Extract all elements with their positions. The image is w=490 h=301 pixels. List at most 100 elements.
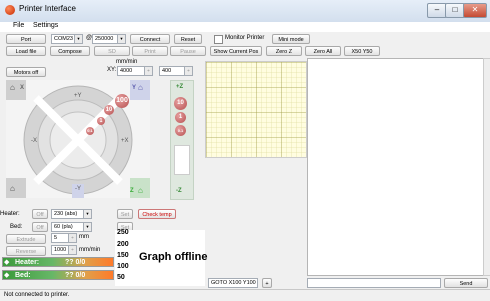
spinner-icon: ÷	[68, 246, 76, 254]
print-button[interactable]: Print	[132, 46, 168, 56]
show-current-pos-button[interactable]: Show Current Pos	[210, 46, 262, 56]
load-file-button[interactable]: Load file	[6, 46, 46, 56]
home-all-icon[interactable]: ⌂	[10, 184, 15, 193]
heater-set-button[interactable]: Set	[117, 209, 133, 219]
spinner-icon: ÷	[68, 234, 76, 242]
xy-label: XY:	[107, 67, 117, 73]
connect-button[interactable]: Connect	[130, 34, 170, 44]
home-z-icon[interactable]: ⌂	[138, 186, 143, 195]
status-bar: Not connected to printer.	[0, 289, 490, 301]
z-plus-label[interactable]: +Z	[176, 84, 183, 90]
graph-tick: 50	[117, 274, 125, 281]
extrude-button[interactable]: Extrude	[6, 234, 46, 244]
graph-tick: 100	[117, 263, 129, 270]
extrude-amount-unit: mm	[79, 234, 89, 240]
menu-file[interactable]: File	[13, 22, 24, 29]
heater-temp-bar: Heater: ?? 0/0	[2, 257, 114, 267]
zero-all-button[interactable]: Zero All	[305, 46, 341, 56]
x-plus-label[interactable]: +X	[121, 138, 129, 144]
check-temp-button[interactable]: Check temp	[138, 209, 176, 219]
extrude-speed-unit: mm/min	[79, 247, 101, 253]
sd-button[interactable]: SD	[94, 46, 130, 56]
z-step-1-button[interactable]: 1	[175, 112, 186, 123]
baud-value: 250000	[95, 36, 114, 42]
step-01-button[interactable]: 0.1	[86, 127, 94, 135]
gcode-command-input[interactable]: GOTO X100 Y100	[208, 278, 258, 288]
chevron-down-icon: ▼	[74, 35, 82, 43]
reverse-button[interactable]: Reverse	[6, 246, 46, 256]
bed-temp-value: ?? 0/0	[65, 272, 86, 279]
x-minus-label[interactable]: -X	[31, 138, 37, 144]
extrude-speed-value: 1000	[54, 247, 67, 253]
baud-select[interactable]: 250000 ▼	[92, 34, 126, 44]
bed-temp-bar: Bed: ?? 0/0	[2, 270, 114, 280]
bed-select[interactable]: 60 (pla) ▼	[51, 222, 92, 232]
printer-interface-window: Printer Interface – □ ✕ File Settings Po…	[0, 0, 490, 301]
y-plus-label[interactable]: +Y	[74, 93, 82, 99]
heater-label: Heater:	[0, 211, 20, 217]
log-output[interactable]	[307, 58, 485, 276]
status-text: Not connected to printer.	[4, 292, 70, 298]
log-scrollbar[interactable]	[483, 58, 490, 276]
graph-tick: 150	[117, 252, 129, 259]
monitor-printer-label: Monitor Printer	[225, 35, 265, 41]
bed-temp-label: Bed:	[15, 272, 31, 279]
heater-select[interactable]: 230 (abs) ▼	[51, 209, 92, 219]
heater-temp-value: ?? 0/0	[65, 259, 86, 266]
monitor-printer-checkbox[interactable]	[214, 35, 223, 44]
reset-button[interactable]: Reset	[174, 34, 202, 44]
zero-z-button[interactable]: Zero Z	[266, 46, 302, 56]
spinner-icon: ÷	[144, 67, 152, 75]
step-100-button[interactable]: 100	[115, 94, 129, 108]
graph-tick: 200	[117, 241, 129, 248]
heater-icon: ◆	[4, 259, 10, 266]
xy-feedrate-input[interactable]: 4000 ÷	[117, 66, 153, 76]
port-value: COM23	[54, 36, 73, 42]
bed-value: 60 (pla)	[54, 224, 73, 230]
port-select[interactable]: COM23 ▼	[51, 34, 83, 44]
send-input[interactable]	[307, 278, 441, 288]
mini-mode-button[interactable]: Mini mode	[272, 34, 310, 44]
chevron-down-icon: ▼	[83, 223, 91, 231]
bed-off-button[interactable]: Off	[32, 222, 48, 232]
home-x-icon[interactable]: ⌂	[10, 83, 15, 92]
port-button[interactable]: Port	[6, 34, 46, 44]
extrude-speed-input[interactable]: 1000 ÷	[51, 245, 77, 255]
compose-button[interactable]: Compose	[50, 46, 90, 56]
temperature-grid	[205, 61, 307, 158]
window-title: Printer Interface	[19, 4, 76, 13]
maximize-button[interactable]: □	[445, 3, 465, 18]
menu-settings[interactable]: Settings	[33, 22, 58, 29]
pause-button[interactable]: Pause	[170, 46, 206, 56]
send-button[interactable]: Send	[444, 278, 488, 288]
minimize-button[interactable]: –	[427, 3, 447, 18]
feedrate-units-label: mm/min	[116, 59, 138, 65]
bed-label: Bed:	[10, 224, 23, 230]
motors-off-button[interactable]: Motors off	[6, 67, 46, 77]
step-10-button[interactable]: 10	[104, 105, 114, 115]
home-x-label: X	[20, 85, 25, 91]
x50y50-button[interactable]: X50 Y50	[344, 46, 380, 56]
z-step-01-button[interactable]: 0.1	[175, 125, 186, 136]
heater-off-button[interactable]: Off	[32, 209, 48, 219]
extrude-amount-input[interactable]: 5 ÷	[51, 233, 77, 243]
step-1-button[interactable]: 1	[97, 117, 105, 125]
app-icon	[5, 5, 15, 15]
heater-value: 230 (abs)	[54, 211, 78, 217]
z-center-slot	[174, 145, 190, 175]
z-feedrate-input[interactable]: 400 ÷	[159, 66, 193, 76]
z-feedrate-value: 400	[162, 68, 172, 74]
temperature-grid-lines	[206, 62, 306, 157]
z-step-10-button[interactable]: 10	[174, 97, 187, 110]
home-z-label: Z	[130, 188, 134, 194]
bed-icon: ◆	[4, 272, 10, 279]
graph-tick: 250	[117, 229, 129, 236]
y-minus-label[interactable]: -Y	[75, 186, 81, 192]
spinner-icon: ÷	[184, 67, 192, 75]
home-y-icon[interactable]: ⌂	[138, 83, 143, 92]
graph-offline-text: Graph offline	[139, 251, 208, 263]
z-minus-label[interactable]: -Z	[176, 188, 182, 194]
extrude-amount-value: 5	[54, 235, 58, 241]
close-button[interactable]: ✕	[463, 3, 487, 18]
add-command-button[interactable]: +	[262, 278, 272, 288]
